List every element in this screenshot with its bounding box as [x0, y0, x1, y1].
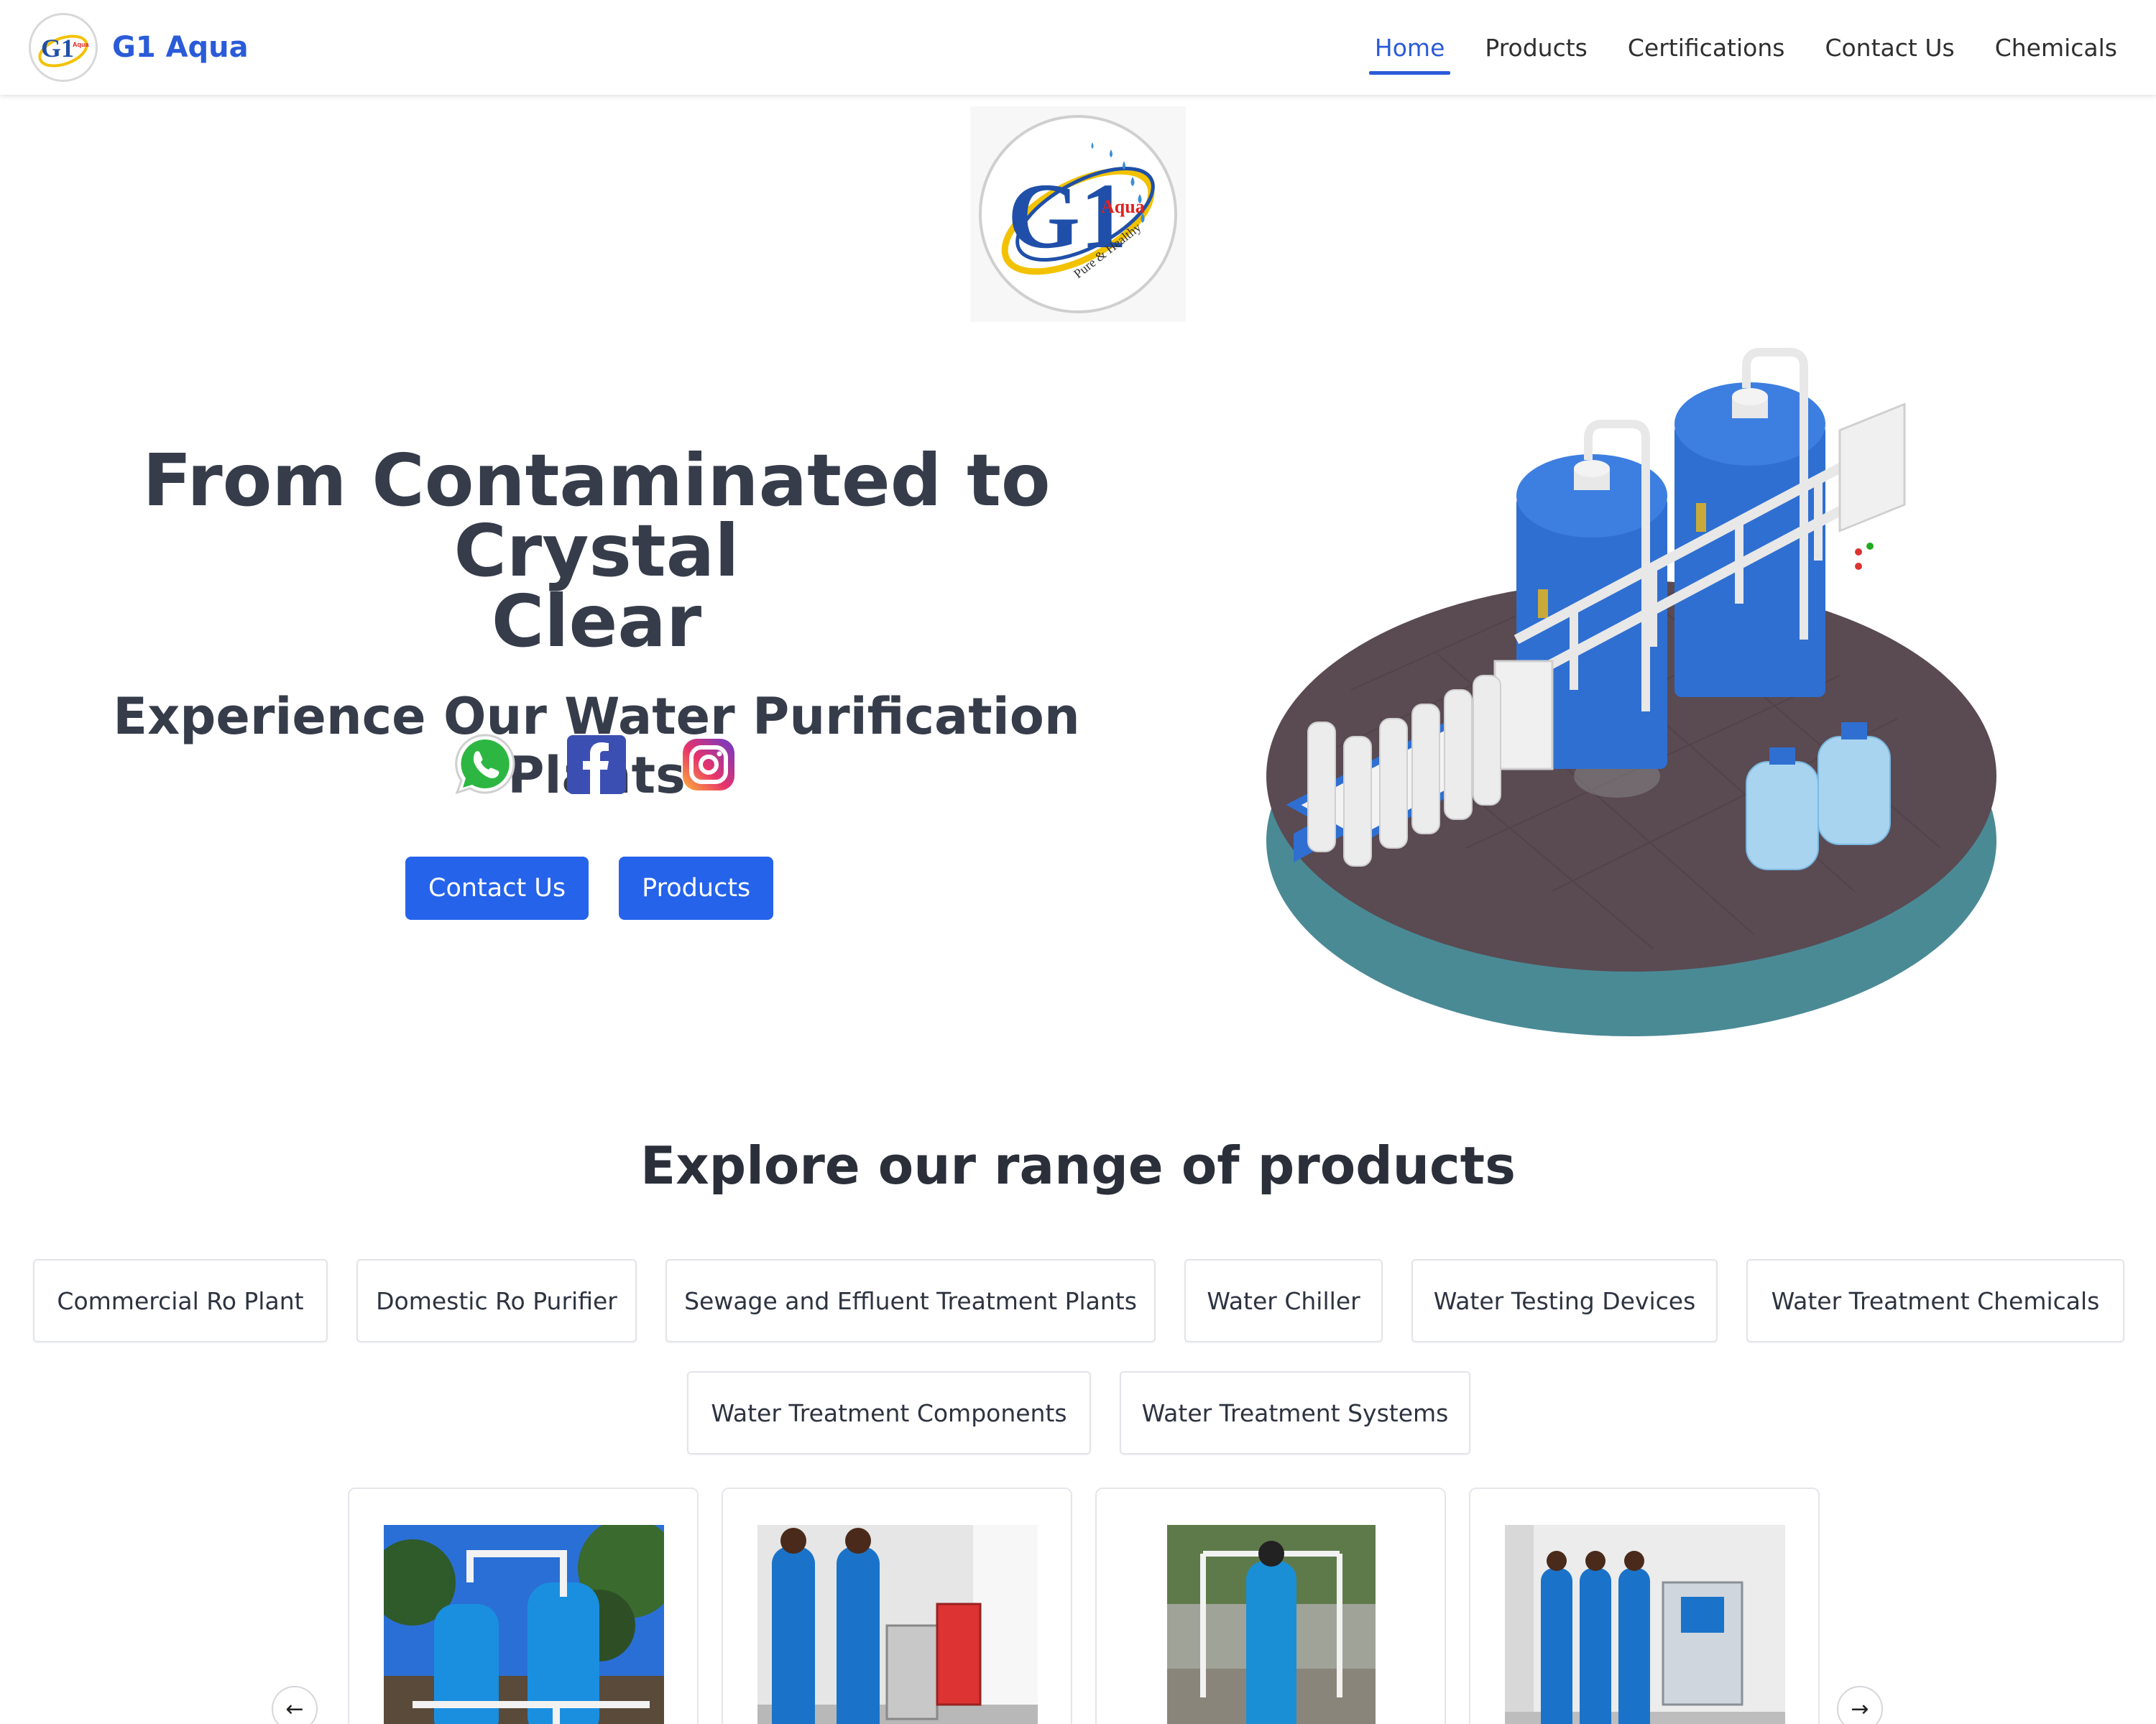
category-commercial-ro-plant[interactable]: Commercial Ro Plant: [33, 1259, 328, 1342]
category-sewage-effluent[interactable]: Sewage and Effluent Treatment Plants: [665, 1259, 1156, 1342]
contact-us-button[interactable]: Contact Us: [405, 857, 589, 920]
nav-home[interactable]: Home: [1368, 28, 1451, 75]
category-water-testing-devices[interactable]: Water Testing Devices: [1411, 1259, 1718, 1342]
water-plant-illustration: [1250, 345, 2012, 1049]
category-water-treatment-systems[interactable]: Water Treatment Systems: [1120, 1371, 1470, 1455]
hero-buttons: Contact Us Products: [405, 857, 774, 920]
facebook-icon[interactable]: [562, 730, 631, 799]
svg-text:Aqua: Aqua: [73, 41, 89, 48]
hero-logo: G1 Aqua Pure & Healthy: [970, 106, 1186, 322]
nav-products[interactable]: Products: [1479, 28, 1593, 68]
category-domestic-ro-purifier[interactable]: Domestic Ro Purifier: [356, 1259, 637, 1342]
brand[interactable]: G1 Aqua G1 Aqua: [29, 13, 249, 82]
whatsapp-icon[interactable]: [450, 730, 519, 799]
social-links: [450, 730, 743, 799]
brand-name[interactable]: G1 Aqua: [112, 31, 249, 64]
nav-contact-us[interactable]: Contact Us: [1819, 28, 1960, 68]
product-card[interactable]: [1469, 1488, 1820, 1724]
svg-text:G1: G1: [41, 34, 74, 63]
nav-certifications[interactable]: Certifications: [1622, 28, 1791, 68]
hero-title-line2: Clear: [491, 579, 702, 663]
product-card[interactable]: [1095, 1488, 1446, 1724]
category-water-chiller[interactable]: Water Chiller: [1184, 1259, 1383, 1342]
hero-title-line1: From Contaminated to Crystal: [142, 438, 1051, 593]
product-image: [1505, 1525, 1785, 1724]
hero-title: From Contaminated to Crystal Clear: [29, 445, 1164, 658]
products-heading: Explore our range of products: [640, 1135, 1516, 1196]
instagram-icon[interactable]: [674, 730, 743, 799]
category-water-treatment-components[interactable]: Water Treatment Components: [687, 1371, 1091, 1455]
product-image: [1167, 1525, 1376, 1724]
nav-chemicals[interactable]: Chemicals: [1989, 28, 2123, 68]
navbar: G1 Aqua G1 Aqua Home Products Certificat…: [0, 0, 2156, 95]
main-nav: Home Products Certifications Contact Us …: [1368, 0, 2123, 95]
product-image: [384, 1525, 664, 1724]
product-carousel: [273, 1488, 1883, 1724]
product-card[interactable]: [348, 1488, 699, 1724]
product-card[interactable]: [722, 1488, 1072, 1724]
product-image: [757, 1525, 1038, 1724]
category-water-treatment-chemicals[interactable]: Water Treatment Chemicals: [1746, 1259, 2124, 1342]
products-button[interactable]: Products: [619, 857, 774, 920]
brand-logo: G1 Aqua: [29, 13, 98, 82]
